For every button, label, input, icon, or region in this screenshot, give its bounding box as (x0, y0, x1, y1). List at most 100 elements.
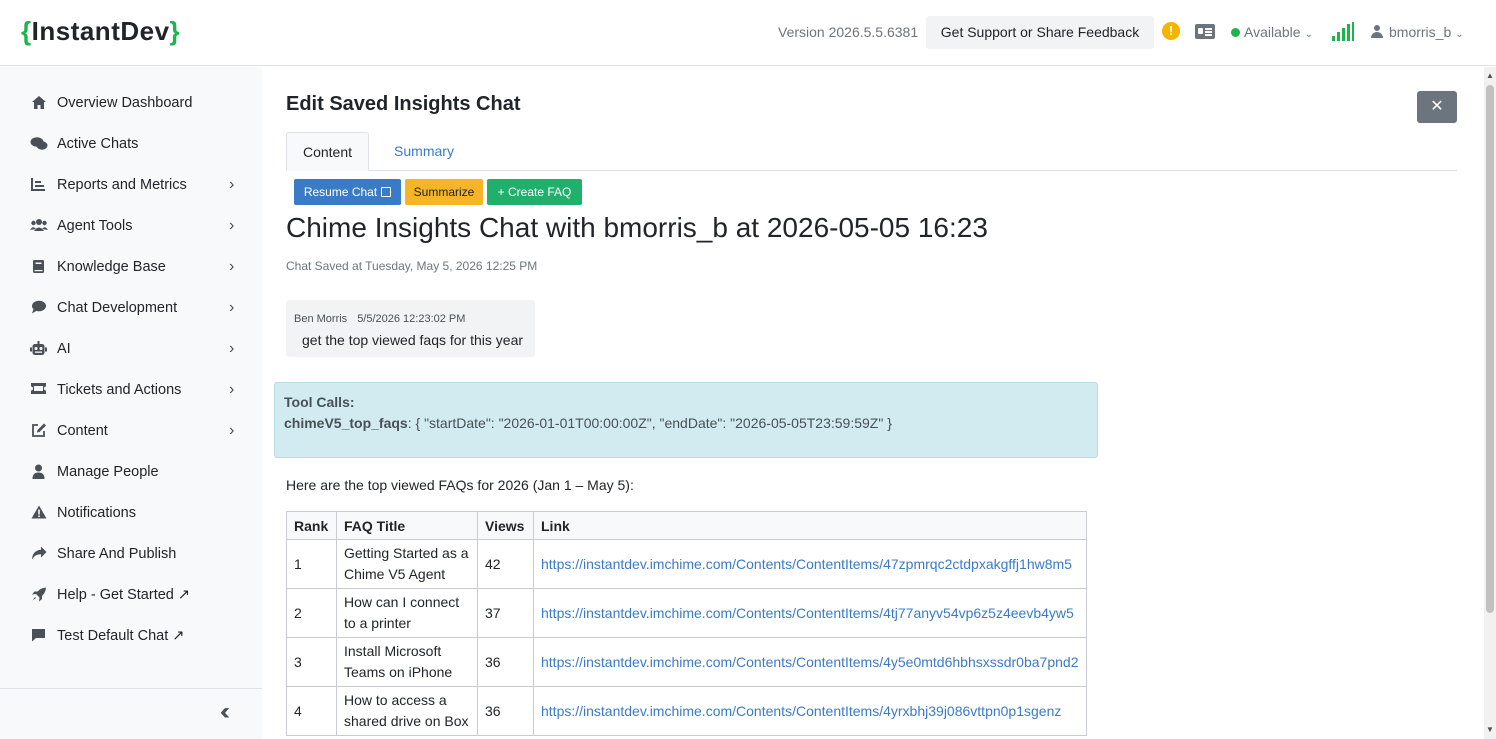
sidebar-item-help-get-started[interactable]: Help - Get Started ↗ (0, 577, 262, 613)
version-label: Version 2026.5.5.6381 (778, 24, 919, 40)
rank-cell: 3 (286, 637, 337, 687)
title-cell: Getting Started as a Chime V5 Agent (336, 539, 478, 589)
page-scrollbar[interactable]: ▲ ▼ (1484, 67, 1496, 739)
chat-message: Ben Morris 5/5/2026 12:23:02 PM get the t… (286, 300, 535, 357)
column-header-rank: Rank (286, 511, 337, 540)
sidebar-item-test-default-chat[interactable]: Test Default Chat ↗ (0, 618, 262, 654)
sidebar-item-label: Share And Publish (57, 546, 177, 562)
sidebar-item-label: Test Default Chat ↗ (57, 628, 185, 644)
resume-chat-button[interactable]: Resume Chat (294, 179, 401, 205)
sidebar-item-tickets-and-actions[interactable]: Tickets and Actions › (0, 372, 262, 408)
sidebar-item-label: Notifications (57, 505, 136, 521)
scrollbar-thumb[interactable] (1486, 85, 1494, 613)
column-header-faq-title: FAQ Title (336, 511, 478, 540)
tab-summary[interactable]: Summary (382, 132, 466, 171)
link-cell: https://instantdev.imchime.com/Contents/… (533, 539, 1087, 589)
saved-at-label: Chat Saved at Tuesday, May 5, 2026 12:25… (286, 259, 538, 273)
brand-brace-close: } (169, 16, 181, 46)
collapse-sidebar-icon[interactable]: ‹‹ (220, 700, 230, 724)
views-cell: 42 (477, 539, 534, 589)
message-author: Ben Morris (294, 313, 348, 325)
sidebar: Overview Dashboard Active Chats Reports … (0, 67, 262, 739)
chat-heading: Chime Insights Chat with bmorris_b at 20… (286, 212, 988, 243)
views-cell: 36 (477, 686, 534, 736)
rank-cell: 1 (286, 539, 337, 589)
tool-call-function: chimeV5_top_faqs (284, 415, 408, 431)
message-text: get the top viewed faqs for this year (302, 332, 524, 348)
sidebar-item-label: Knowledge Base (57, 259, 166, 275)
faq-link[interactable]: https://instantdev.imchime.com/Contents/… (541, 556, 1072, 572)
title-cell: Install Microsoft Teams on iPhone (336, 637, 478, 687)
summarize-button[interactable]: Summarize (405, 179, 483, 205)
tab-bar: Content Summary (286, 132, 1457, 171)
tool-calls-panel: Tool Calls: chimeV5_top_faqs: { "startDa… (274, 382, 1098, 458)
faq-link[interactable]: https://instantdev.imchime.com/Contents/… (541, 605, 1074, 621)
link-cell: https://instantdev.imchime.com/Contents/… (533, 637, 1087, 687)
scroll-up-icon[interactable]: ▲ (1486, 71, 1494, 80)
table-header-row: Rank FAQ Title Views Link (286, 511, 1087, 540)
resume-chat-label: Resume Chat (303, 185, 378, 199)
chevron-right-icon: › (229, 422, 235, 439)
scroll-down-icon[interactable]: ▼ (1486, 725, 1494, 734)
column-header-link: Link (533, 511, 1087, 540)
chevron-right-icon: › (229, 258, 235, 275)
sidebar-item-notifications[interactable]: Notifications (0, 495, 262, 531)
table-row: 4 How to access a shared drive on Box 36… (286, 686, 1087, 736)
rocket-icon (30, 587, 47, 603)
sidebar-item-knowledge-base[interactable]: Knowledge Base › (0, 249, 262, 285)
chevron-right-icon: › (229, 176, 235, 193)
faq-link[interactable]: https://instantdev.imchime.com/Contents/… (541, 654, 1078, 670)
ticket-icon (30, 382, 47, 398)
table-row: 3 Install Microsoft Teams on iPhone 36 h… (286, 637, 1087, 687)
sidebar-item-chat-development[interactable]: Chat Development › (0, 290, 262, 326)
sidebar-item-content[interactable]: Content › (0, 413, 262, 449)
sidebar-item-reports-and-metrics[interactable]: Reports and Metrics › (0, 167, 262, 203)
main-content: Edit Saved Insights Chat ✕ Content Summa… (262, 67, 1484, 739)
chevron-down-icon: ⌄ (1304, 29, 1313, 40)
title-cell: How can I connect to a printer (336, 588, 478, 638)
chevron-right-icon: › (229, 217, 235, 234)
user-menu[interactable]: bmorris_b ⌄ (1371, 24, 1464, 40)
user-icon (1371, 25, 1383, 38)
sidebar-item-share-and-publish[interactable]: Share And Publish (0, 536, 262, 572)
table-row: 1 Getting Started as a Chime V5 Agent 42… (286, 539, 1087, 589)
message-meta: Ben Morris 5/5/2026 12:23:02 PM (294, 313, 465, 325)
sidebar-item-manage-people[interactable]: Manage People (0, 454, 262, 490)
response-intro: Here are the top viewed FAQs for 2026 (J… (286, 477, 634, 493)
id-card-icon[interactable] (1195, 24, 1215, 39)
share-icon (30, 546, 47, 562)
warning-icon (30, 505, 47, 521)
views-cell: 37 (477, 588, 534, 638)
status-dropdown[interactable]: Available ⌄ (1231, 24, 1313, 40)
brand-logo[interactable]: {InstantDev} (21, 16, 180, 47)
sidebar-item-label: Help - Get Started ↗ (57, 587, 191, 603)
close-button[interactable]: ✕ (1417, 91, 1457, 123)
robot-icon (30, 341, 47, 357)
support-feedback-button[interactable]: Get Support or Share Feedback (926, 16, 1154, 49)
message-timestamp: 5/5/2026 12:23:02 PM (357, 313, 466, 325)
sidebar-item-label: Agent Tools (57, 218, 133, 234)
link-cell: https://instantdev.imchime.com/Contents/… (533, 588, 1087, 638)
chats-icon (30, 136, 48, 152)
sidebar-item-label: Active Chats (57, 136, 139, 152)
sidebar-item-label: AI (57, 341, 71, 357)
sidebar-item-overview-dashboard[interactable]: Overview Dashboard (0, 85, 262, 121)
external-link-icon (381, 187, 392, 197)
sidebar-item-ai[interactable]: AI › (0, 331, 262, 367)
chevron-right-icon: › (229, 340, 235, 357)
home-icon (30, 95, 47, 111)
status-dot-icon (1231, 28, 1240, 37)
rank-cell: 4 (286, 686, 337, 736)
page-title: Edit Saved Insights Chat (286, 93, 521, 115)
sidebar-item-active-chats[interactable]: Active Chats (0, 126, 262, 162)
tab-content[interactable]: Content (286, 132, 369, 171)
tool-calls-title: Tool Calls: (284, 394, 355, 410)
tool-call-args: : { "startDate": "2026-01-01T00:00:00Z",… (407, 415, 892, 431)
book-icon (30, 259, 47, 275)
sidebar-item-agent-tools[interactable]: Agent Tools › (0, 208, 262, 244)
person-icon (30, 464, 47, 480)
faq-link[interactable]: https://instantdev.imchime.com/Contents/… (541, 703, 1061, 719)
create-faq-button[interactable]: + Create FAQ (487, 179, 582, 205)
sidebar-item-label: Overview Dashboard (57, 95, 193, 111)
alert-icon[interactable]: ! (1162, 22, 1180, 40)
